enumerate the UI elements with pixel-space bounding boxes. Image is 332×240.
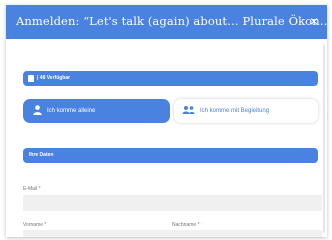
option-with-guest-button[interactable]: Ich komme mit Begleitung bbox=[174, 99, 318, 123]
scrollbar[interactable] bbox=[323, 45, 325, 233]
option-with-guest-label: Ich komme mit Begleitung bbox=[200, 108, 270, 114]
option-alone-button[interactable]: Ich komme alleine bbox=[23, 99, 170, 123]
registration-modal: Anmelden: “Let's talk (again) about… Plu… bbox=[6, 5, 327, 237]
last-name-label: Nachname * bbox=[172, 222, 200, 228]
email-field[interactable] bbox=[23, 195, 322, 211]
last-name-field[interactable] bbox=[172, 230, 322, 237]
first-name-field[interactable] bbox=[23, 230, 174, 237]
option-alone-label: Ich komme alleine bbox=[47, 108, 96, 114]
person-icon bbox=[33, 105, 42, 117]
modal-title: Anmelden: “Let's talk (again) about… Plu… bbox=[16, 14, 327, 28]
email-label: E-Mail * bbox=[23, 186, 41, 192]
people-icon bbox=[182, 105, 195, 117]
ticket-availability-bar: | 48 Verfügbar bbox=[23, 71, 318, 86]
close-icon[interactable]: × bbox=[310, 13, 318, 29]
first-name-label: Vorname * bbox=[23, 222, 47, 228]
modal-header: Anmelden: “Let's talk (again) about… Plu… bbox=[6, 5, 327, 39]
ticket-availability-label: | 48 Verfügbar bbox=[37, 75, 71, 81]
ticket-icon bbox=[28, 75, 34, 82]
section-title: Ihre Daten bbox=[29, 152, 54, 158]
modal-body: | 48 Verfügbar Ich komme alleine Ich kom… bbox=[6, 39, 327, 237]
section-header-your-data: Ihre Daten bbox=[23, 148, 318, 163]
